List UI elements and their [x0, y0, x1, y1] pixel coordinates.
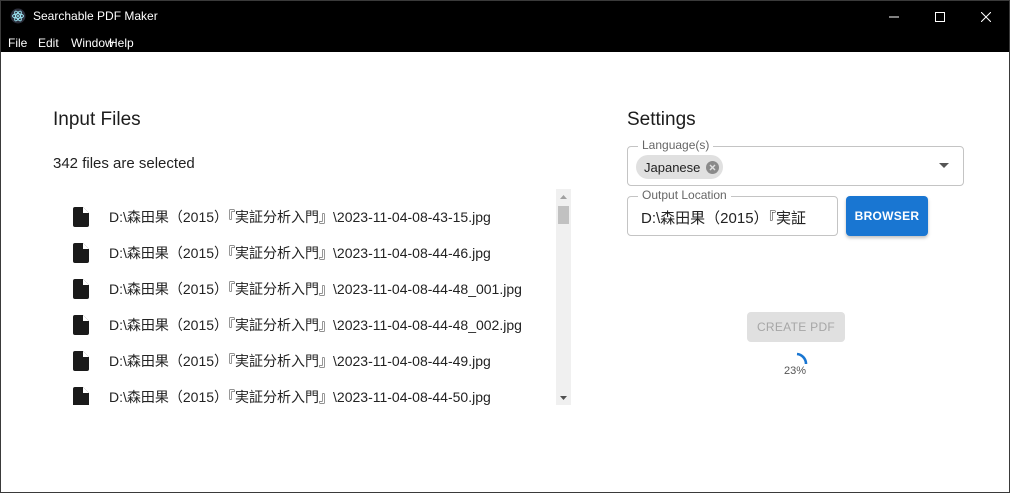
menu-window[interactable]: Window — [71, 36, 114, 50]
electron-atom-icon — [10, 8, 26, 24]
file-path: D:\森田果（2015）『実証分析入門』\2023-11-04-08-44-50… — [109, 389, 491, 405]
file-list[interactable]: D:\森田果（2015）『実証分析入門』\2023-11-04-08-43-15… — [53, 189, 571, 405]
menu-file[interactable]: File — [8, 36, 27, 50]
file-icon — [73, 243, 89, 263]
menu-help[interactable]: Help — [109, 36, 134, 50]
list-item[interactable]: D:\森田果（2015）『実証分析入門』\2023-11-04-08-44-48… — [53, 269, 553, 305]
maximize-icon — [935, 11, 945, 22]
language-select[interactable]: Language(s) Japanese — [627, 138, 964, 186]
chip-delete-icon[interactable] — [706, 160, 720, 174]
create-pdf-button[interactable]: CREATE PDF — [747, 312, 845, 342]
dropdown-arrow-icon[interactable] — [939, 163, 949, 168]
minimize-icon — [889, 16, 899, 17]
browse-button[interactable]: BROWSER — [846, 196, 928, 236]
file-path: D:\森田果（2015）『実証分析入門』\2023-11-04-08-44-48… — [109, 281, 522, 297]
file-icon — [73, 351, 89, 371]
file-path: D:\森田果（2015）『実証分析入門』\2023-11-04-08-44-46… — [109, 245, 491, 261]
file-icon — [73, 279, 89, 299]
output-location-label: Output Location — [638, 188, 731, 202]
list-item[interactable]: D:\森田果（2015）『実証分析入門』\2023-11-04-08-44-49… — [53, 341, 553, 377]
list-item[interactable]: D:\森田果（2015）『実証分析入門』\2023-11-04-08-44-50… — [53, 377, 553, 405]
output-location-value[interactable]: D:\森田果（2015）『実証 — [641, 207, 836, 228]
file-path: D:\森田果（2015）『実証分析入門』\2023-11-04-08-43-15… — [109, 209, 491, 225]
file-path: D:\森田果（2015）『実証分析入門』\2023-11-04-08-44-48… — [109, 317, 522, 333]
close-button[interactable] — [963, 1, 1009, 32]
list-item[interactable]: D:\森田果（2015）『実証分析入門』\2023-11-04-08-43-15… — [53, 197, 553, 233]
file-icon — [73, 387, 89, 405]
progress-percent: 23% — [784, 365, 807, 377]
language-label: Language(s) — [638, 138, 714, 152]
list-item[interactable]: D:\森田果（2015）『実証分析入門』\2023-11-04-08-44-46… — [53, 233, 553, 269]
title-bar[interactable]: Searchable PDF Maker — [1, 1, 1009, 32]
output-location-field[interactable]: Output Location D:\森田果（2015）『実証 — [627, 188, 838, 236]
scroll-thumb[interactable] — [558, 206, 569, 224]
minimize-button[interactable] — [871, 1, 917, 32]
file-count-text: 342 files are selected — [53, 155, 195, 172]
scroll-down-button[interactable] — [556, 390, 571, 405]
settings-heading: Settings — [627, 109, 696, 130]
file-icon — [73, 315, 89, 335]
language-chip[interactable]: Japanese — [636, 155, 724, 179]
file-list-scrollbar[interactable] — [556, 189, 571, 405]
file-path: D:\森田果（2015）『実証分析入門』\2023-11-04-08-44-49… — [109, 353, 491, 369]
close-icon — [981, 11, 991, 22]
file-icon — [73, 207, 89, 227]
language-chip-label: Japanese — [644, 159, 701, 175]
scroll-down-arrow-icon — [560, 395, 567, 400]
input-files-heading: Input Files — [53, 109, 141, 130]
menu-bar: File Edit Window Help — [1, 32, 1009, 52]
app-window: Searchable PDF Maker File Edit Window He… — [0, 0, 1010, 493]
scroll-up-button[interactable] — [556, 189, 571, 204]
menu-edit[interactable]: Edit — [38, 36, 59, 50]
list-item[interactable]: D:\森田果（2015）『実証分析入門』\2023-11-04-08-44-48… — [53, 305, 553, 341]
window-title: Searchable PDF Maker — [33, 9, 158, 23]
scroll-up-arrow-icon — [560, 194, 567, 199]
maximize-button[interactable] — [917, 1, 963, 32]
